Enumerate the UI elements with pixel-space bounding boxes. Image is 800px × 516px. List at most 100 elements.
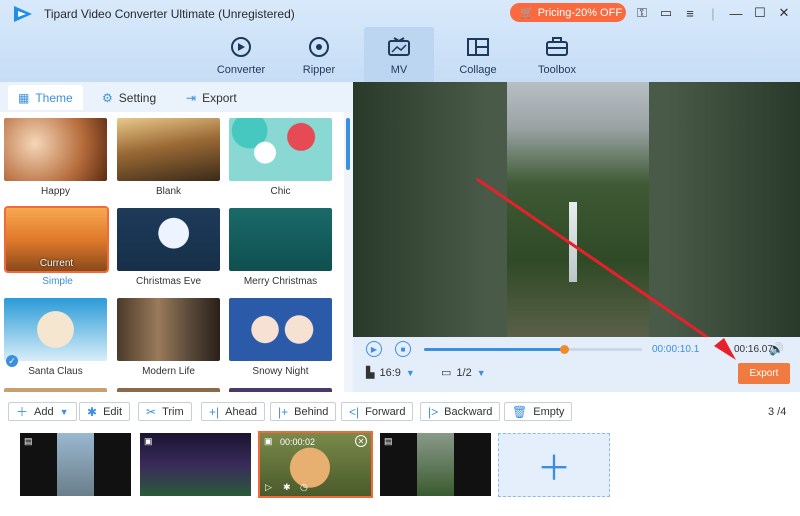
nav-collage[interactable]: Collage (443, 27, 513, 82)
menu-icon[interactable]: ≡ (680, 3, 700, 23)
add-clip-button[interactable]: ＋ (498, 433, 610, 497)
close-icon[interactable]: ✕ (355, 435, 367, 447)
nav-label: Converter (216, 64, 266, 76)
feedback-icon[interactable]: ▭ (656, 3, 676, 23)
theme-simple[interactable]: Current Simple (4, 206, 109, 287)
trim-button[interactable]: ✂ Trim (138, 402, 192, 421)
aspect-ratio-dropdown[interactable]: ▙ 16:9 ▼ (366, 366, 415, 380)
theme-label: Snowy Night (252, 366, 309, 377)
tab-label: Setting (118, 90, 157, 105)
progress-fill (424, 348, 564, 351)
theme-thumbnail (229, 118, 332, 181)
dropdown-arrow-icon: ▼ (405, 367, 415, 378)
export-icon: ⇥ (186, 90, 197, 105)
clip-count: 3 /4 (768, 406, 787, 418)
nav-ripper[interactable]: Ripper (284, 27, 354, 82)
effect-icon[interactable]: ✱ (283, 482, 291, 493)
theme-chic[interactable]: Chic (229, 118, 332, 197)
theme-thumbnail (229, 208, 332, 271)
theme-thumbnail (117, 208, 220, 271)
minimize-button[interactable]: — (726, 3, 746, 23)
backward-button[interactable]: |> Backward (420, 402, 501, 421)
add-label: Add (34, 405, 54, 418)
key-icon[interactable]: ⚿ (632, 3, 652, 23)
theme-scrollbar[interactable] (344, 112, 352, 392)
theme-label: Simple (42, 276, 73, 287)
empty-button[interactable]: 🗑 Empty (504, 402, 573, 421)
theme-thumbnail: Current (4, 206, 109, 273)
stop-button[interactable]: ■ (395, 341, 411, 357)
nav-label: Ripper (302, 64, 336, 76)
toolbox-icon (543, 35, 571, 59)
theme-snowy-night[interactable]: Snowy Night (229, 298, 332, 377)
nav-converter[interactable]: Converter (206, 27, 276, 82)
progress-knob[interactable] (559, 345, 569, 354)
pricing-label: Pricing-20% OFF (537, 6, 623, 19)
theme-modern-life[interactable]: Modern Life (117, 298, 220, 377)
tab-export[interactable]: ⇥ Export (186, 85, 237, 110)
tab-setting[interactable]: ⚙ Setting (102, 85, 156, 110)
clip-thumbnail (57, 433, 94, 496)
progress-bar[interactable] (424, 345, 642, 354)
tab-label: Export (202, 90, 237, 105)
empty-label: Empty (533, 405, 565, 418)
theme-merry-christmas[interactable]: Merry Christmas (229, 208, 332, 287)
clip-item[interactable]: ▤ (20, 433, 131, 496)
close-button[interactable]: ✕ (774, 3, 794, 23)
time-current: 00:00:10.1 (652, 344, 700, 355)
edit-button[interactable]: ✱ Edit (79, 402, 131, 421)
forward-label: Forward (365, 405, 406, 418)
theme-label: Happy (41, 186, 70, 197)
theme-thumbnail (4, 298, 107, 361)
title-bar: Tipard Video Converter Ultimate (Unregis… (0, 0, 800, 82)
theme-blank[interactable]: Blank (117, 118, 220, 197)
add-button[interactable]: ＋ Add ▼ (8, 402, 77, 421)
theme-label: Chic (270, 186, 291, 197)
forward-icon: <| (349, 404, 360, 419)
maximize-button[interactable]: ☐ (750, 3, 770, 23)
cart-icon: 🛒 (520, 7, 534, 19)
nav-mv[interactable]: MV (364, 27, 434, 82)
play-icon[interactable]: ▷ (265, 482, 272, 493)
nav-toolbox[interactable]: Toolbox (522, 27, 592, 82)
clip-item[interactable]: ▣ (140, 433, 251, 496)
converter-icon (227, 35, 255, 59)
app-logo-icon (14, 6, 32, 22)
clock-icon[interactable]: ◷ (300, 482, 308, 493)
dropdown-arrow-icon: ▼ (476, 367, 486, 378)
mv-icon (385, 35, 413, 59)
page-value: 1/2 (456, 366, 472, 379)
tab-label: Theme (35, 90, 73, 105)
theme-santa-claus[interactable]: Santa Claus (4, 298, 107, 377)
clip-item[interactable]: ▤ (380, 433, 491, 496)
behind-button[interactable]: |+ Behind (270, 402, 337, 421)
theme-label: Merry Christmas (243, 276, 318, 287)
theme-happy[interactable]: Happy (4, 118, 107, 197)
page-dropdown[interactable]: ▭ 1/2 ▼ (441, 366, 486, 380)
forward-button[interactable]: <| Forward (341, 402, 414, 421)
ahead-button[interactable]: +| Ahead (201, 402, 265, 421)
current-label: Current (39, 258, 74, 269)
ahead-icon: +| (209, 404, 220, 419)
play-button[interactable]: ▶ (366, 341, 382, 357)
clip-item-selected[interactable]: ▣ 00:00:02 ✕ ▷ ✱ ◷ (258, 431, 373, 498)
trim-label: Trim (162, 405, 184, 418)
theme-christmas-eve[interactable]: Christmas Eve (117, 208, 220, 287)
pricing-button[interactable]: 🛒 Pricing-20% OFF (510, 3, 626, 22)
nav-label: Toolbox (538, 64, 576, 76)
tab-theme[interactable]: ▦ Theme (8, 85, 83, 110)
theme-grid: Happy Blank Chic Current Simple Christmas… (0, 112, 344, 392)
edit-icon: ✱ (87, 404, 98, 419)
aspect-icon: ▙ (366, 367, 375, 379)
collage-icon (464, 35, 492, 59)
scrollbar-thumb[interactable] (346, 118, 350, 170)
app-title: Tipard Video Converter Ultimate (Unregis… (44, 7, 295, 21)
chevron-down-icon: ▼ (59, 406, 69, 417)
backward-label: Backward (444, 405, 493, 418)
ripper-icon (305, 35, 333, 59)
selected-check-icon: ✓ (6, 355, 18, 367)
image-clip-icon: ▣ (264, 436, 273, 446)
behind-label: Behind (294, 405, 329, 418)
theme-label: Blank (155, 186, 181, 197)
theme-label: Santa Claus (28, 366, 83, 377)
